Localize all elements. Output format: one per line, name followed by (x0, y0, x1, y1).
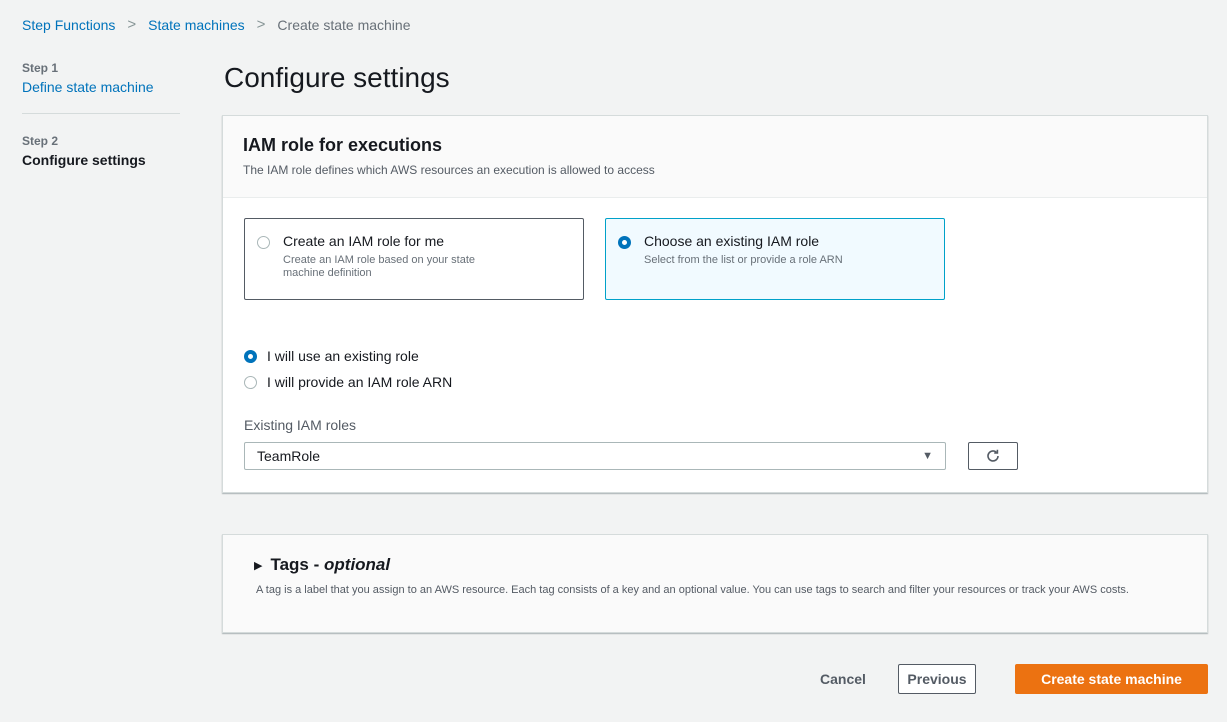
wizard-steps: Step 1 Define state machine Step 2 Confi… (22, 61, 182, 168)
breadcrumb-step-functions[interactable]: Step Functions (22, 17, 115, 33)
chevron-right-icon: > (256, 16, 266, 33)
previous-button[interactable]: Previous (898, 664, 976, 694)
tags-toggle[interactable]: ▶ Tags - optional (254, 555, 390, 575)
tags-panel: ▶ Tags - optional A tag is a label that … (222, 534, 1208, 633)
option-use-existing-role-label: I will use an existing role (267, 348, 419, 364)
tags-title: Tags - (270, 555, 320, 574)
step-2-current: Configure settings (22, 152, 146, 168)
step-1-link[interactable]: Define state machine (22, 79, 182, 95)
tile-create-role-desc-line2: machine definition (283, 267, 372, 279)
tile-create-role-title: Create an IAM role for me (283, 233, 445, 249)
breadcrumb-state-machines[interactable]: State machines (148, 17, 245, 33)
existing-roles-value: TeamRole (257, 448, 321, 464)
tags-title-optional: optional (324, 555, 391, 574)
refresh-icon (987, 449, 999, 462)
existing-roles-select[interactable]: TeamRole ▼ (244, 442, 946, 470)
create-state-machine-button[interactable]: Create state machine (1015, 664, 1208, 694)
tile-existing-role-title: Choose an existing IAM role (644, 233, 820, 249)
radio-create-role[interactable] (257, 236, 270, 249)
caret-right-icon: ▶ (254, 559, 263, 572)
page-title: Configure settings (224, 62, 450, 93)
iam-role-panel: IAM role for executions The IAM role def… (222, 115, 1208, 493)
tags-description: A tag is a label that you assign to an A… (256, 584, 1129, 596)
existing-roles-label: Existing IAM roles (244, 417, 357, 433)
option-provide-arn-label: I will provide an IAM role ARN (267, 374, 453, 390)
tile-create-role-desc-line1: Create an IAM role based on your state (283, 254, 475, 266)
radio-use-existing-role[interactable] (244, 349, 257, 363)
chevron-right-icon: > (127, 16, 137, 33)
tile-existing-role[interactable]: Choose an existing IAM role Select from … (605, 218, 945, 300)
iam-panel-header: IAM role for executions The IAM role def… (223, 116, 1207, 198)
iam-panel-description: The IAM role defines which AWS resources… (243, 163, 655, 177)
iam-panel-title: IAM role for executions (243, 135, 443, 155)
step-divider (22, 113, 180, 114)
radio-provide-arn[interactable] (244, 375, 257, 389)
tile-create-role[interactable]: Create an IAM role for me Create an IAM … (244, 218, 584, 300)
caret-down-icon: ▼ (922, 450, 933, 462)
tile-existing-role-desc: Select from the list or provide a role A… (644, 254, 843, 266)
tile-create-role-desc: Create an IAM role based on your state m… (283, 254, 571, 280)
breadcrumb: Step Functions > State machines > Create… (22, 16, 411, 33)
cancel-button[interactable]: Cancel (820, 671, 866, 687)
step-1-number: Step 1 (22, 61, 59, 75)
refresh-button[interactable] (968, 442, 1018, 470)
breadcrumb-current: Create state machine (277, 16, 411, 33)
radio-existing-role[interactable] (618, 236, 631, 249)
option-provide-arn[interactable]: I will provide an IAM role ARN (244, 374, 452, 390)
step-2-number: Step 2 (22, 134, 59, 148)
option-use-existing-role[interactable]: I will use an existing role (244, 348, 419, 364)
